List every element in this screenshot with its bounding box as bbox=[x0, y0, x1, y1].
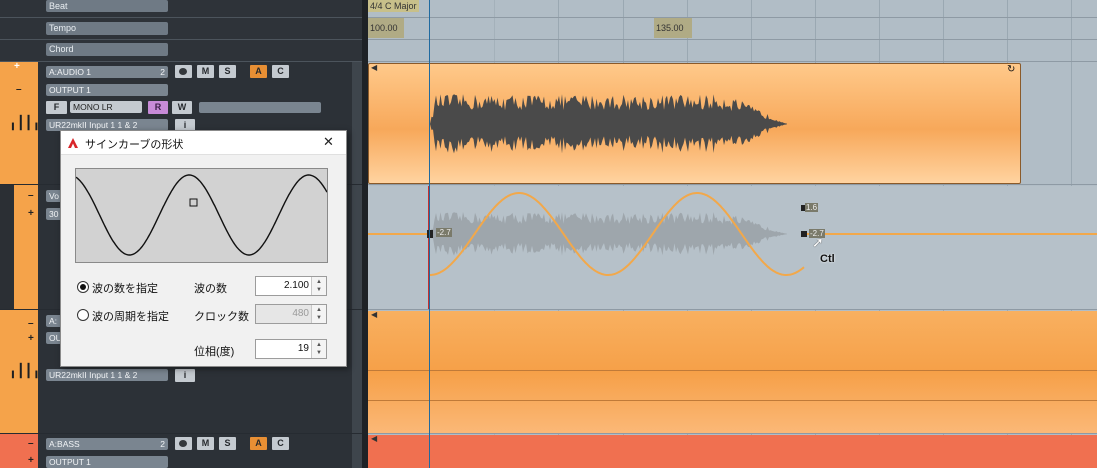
track-3-collapse-icon[interactable]: – bbox=[28, 318, 34, 329]
track-1-mono-button[interactable]: MONO LR bbox=[70, 101, 142, 113]
envelope-point-high: 1.6 bbox=[805, 203, 819, 212]
track-4-solo-button[interactable]: S bbox=[219, 437, 236, 450]
wave-count-spinbox[interactable]: 2.100 ▲ ▼ bbox=[255, 276, 327, 296]
track-1-read-button[interactable]: R bbox=[148, 101, 168, 114]
sine-curve-dialog: サインカーブの形状 ✕ 波の数を指定 波の周期を指定 波の数 2.100 ▲ ▼ … bbox=[60, 130, 347, 367]
playhead[interactable] bbox=[429, 0, 430, 468]
track-3-scrollbar[interactable] bbox=[352, 310, 362, 433]
tempo-marker-1[interactable]: 100.00 bbox=[368, 18, 404, 38]
sine-preview bbox=[75, 168, 328, 263]
event-start-marker-icon: ◀ bbox=[371, 310, 378, 319]
track-1-collapse-icon[interactable]: – bbox=[16, 84, 22, 95]
track-2-color-strip bbox=[14, 185, 38, 309]
audio-event-3-line bbox=[368, 400, 1097, 401]
track-2-left-strip bbox=[0, 185, 14, 309]
envelope-start-value: -2.7 bbox=[436, 228, 452, 237]
radio-wave-count[interactable] bbox=[77, 281, 89, 293]
track-1-chord-button[interactable]: C bbox=[272, 65, 289, 78]
track-4-automation-button[interactable]: A bbox=[250, 437, 267, 450]
audio-event-3-centerline bbox=[368, 370, 1097, 371]
mouse-cursor-icon: ➚ bbox=[812, 234, 824, 250]
track-2-collapse-icon[interactable]: – bbox=[28, 190, 34, 201]
sine-automation-curve[interactable] bbox=[368, 186, 1097, 309]
phase-label: 位相(度) bbox=[194, 346, 235, 358]
radio-wave-period[interactable] bbox=[77, 309, 89, 321]
cursor-ctl-label: Ctl bbox=[820, 253, 835, 265]
track-1-record-button[interactable] bbox=[175, 65, 192, 78]
event-start-marker-icon: ◀ bbox=[371, 434, 378, 443]
track-1-write-button[interactable]: W bbox=[172, 101, 192, 114]
track-1-freeze-button[interactable]: F bbox=[46, 101, 67, 114]
track-4-record-button[interactable] bbox=[175, 437, 192, 450]
audio-waveform-1 bbox=[430, 94, 787, 154]
app-logo-icon bbox=[66, 136, 80, 150]
tempo-lane-label[interactable]: Tempo bbox=[46, 22, 168, 35]
audio-event-bass[interactable] bbox=[368, 435, 1097, 468]
track-1-output[interactable]: OUTPUT 1 bbox=[46, 84, 168, 96]
radio-wave-count-label[interactable]: 波の数を指定 bbox=[92, 280, 158, 296]
clock-count-label: クロック数 bbox=[194, 311, 249, 323]
audio-event-3[interactable] bbox=[368, 311, 1097, 433]
track-3-info-button[interactable]: i bbox=[175, 369, 195, 382]
track-2-add-icon[interactable]: + bbox=[28, 208, 34, 219]
track-3-add-icon[interactable]: + bbox=[28, 333, 34, 344]
track-1-volume-slider[interactable] bbox=[199, 102, 321, 113]
tempo-marker-2[interactable]: 135.00 bbox=[654, 18, 692, 38]
audio-waveform-icon: ╻┃┃╻ bbox=[9, 115, 41, 130]
phase-spinbox[interactable]: 19 ▲ ▼ bbox=[255, 339, 327, 359]
track-1-automation-button[interactable]: A bbox=[250, 65, 267, 78]
track-1-expand-icon[interactable]: + bbox=[14, 61, 20, 72]
radio-wave-period-label[interactable]: 波の周期を指定 bbox=[92, 308, 169, 324]
track-4-name[interactable]: A:BASS 2 bbox=[46, 438, 168, 450]
track-2-scrollbar[interactable] bbox=[352, 185, 362, 309]
track-3-input[interactable]: UR22mkII Input 1 1 & 2 bbox=[46, 369, 168, 381]
track-1-solo-button[interactable]: S bbox=[219, 65, 236, 78]
track-1-scrollbar[interactable] bbox=[352, 62, 362, 184]
track-4-add-icon[interactable]: + bbox=[28, 455, 34, 466]
audio-waveform-icon: ╻┃┃╻ bbox=[9, 363, 41, 378]
track-4-chord-button[interactable]: C bbox=[272, 437, 289, 450]
track-4-mute-button[interactable]: M bbox=[197, 437, 214, 450]
clock-count-spinbox: 480 ▲ ▼ bbox=[255, 304, 327, 324]
track-4-collapse-icon[interactable]: – bbox=[28, 438, 34, 449]
beat-lane-label[interactable]: Beat bbox=[46, 0, 168, 12]
track-1-mute-button[interactable]: M bbox=[197, 65, 214, 78]
dialog-title: サインカーブの形状 bbox=[85, 139, 184, 151]
wave-count-label: 波の数 bbox=[194, 283, 227, 295]
phase-handle bbox=[189, 198, 198, 207]
track-4-output[interactable]: OUTPUT 1 bbox=[46, 456, 168, 468]
close-icon[interactable]: ✕ bbox=[323, 134, 334, 150]
track-1-name[interactable]: A:AUDIO 12 bbox=[46, 66, 168, 78]
chord-lane-label[interactable]: Chord bbox=[46, 43, 168, 56]
track-4-scrollbar[interactable] bbox=[352, 434, 362, 468]
signature-marker[interactable]: 4/4 C Major bbox=[368, 0, 419, 12]
